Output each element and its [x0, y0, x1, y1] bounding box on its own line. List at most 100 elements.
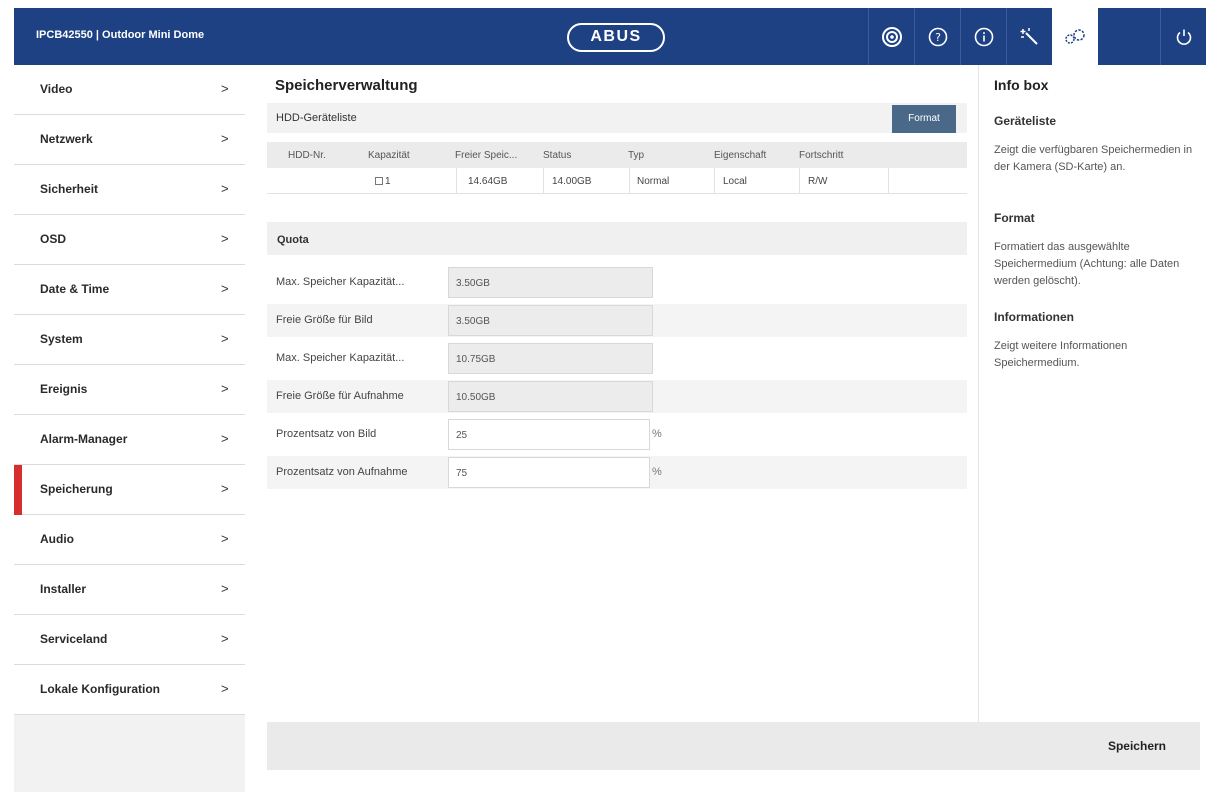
quota-row: Freie Größe für Bild 3.50GB: [267, 304, 967, 337]
hdd-list-header: HDD-Geräteliste: [267, 103, 967, 133]
sidebar-item-label: Alarm-Manager: [40, 432, 128, 446]
chevron-right-icon: >: [221, 531, 229, 546]
field-label: Max. Speicher Kapazität...: [276, 276, 405, 288]
sidebar-item-label: Video: [40, 82, 73, 96]
chevron-right-icon: >: [221, 631, 229, 646]
quota-row: Freie Größe für Aufnahme 10.50GB: [267, 380, 967, 413]
sidebar-item-label: System: [40, 332, 83, 346]
info-heading: Geräteliste: [994, 114, 1057, 128]
sidebar-item-alarm-manager[interactable]: Alarm-Manager >: [14, 415, 245, 465]
field-label: Prozentsatz von Bild: [276, 428, 377, 440]
chevron-right-icon: >: [221, 481, 229, 496]
max-capacity-picture-field: 3.50GB: [448, 267, 653, 298]
chevron-right-icon: >: [221, 181, 229, 196]
info-heading: Format: [994, 211, 1035, 225]
hdd-table-header: HDD-Nr. Kapazität Freier Speic... Status…: [267, 142, 967, 168]
sidebar-item-label: Date & Time: [40, 282, 110, 296]
record-percentage-input[interactable]: 75: [448, 457, 650, 488]
sidebar-item-ereignis[interactable]: Ereignis >: [14, 365, 245, 415]
info-text: Zeigt weitere Informationen Speichermedi…: [994, 340, 1128, 369]
quota-row: Max. Speicher Kapazität... 10.75GB: [267, 342, 967, 375]
sidebar-item-label: Installer: [40, 582, 87, 596]
sidebar-item-sicherheit[interactable]: Sicherheit >: [14, 165, 245, 215]
sidebar-item-installer[interactable]: Installer >: [14, 565, 245, 615]
sidebar-item-label: Serviceland: [40, 632, 108, 646]
free-size-picture-field: 3.50GB: [448, 305, 653, 336]
info-button[interactable]: [960, 8, 1006, 65]
column-header-fortschritt: Fortschritt: [799, 150, 844, 161]
sidebar-item-speicherung[interactable]: Speicherung >: [14, 465, 245, 515]
max-capacity-record-field: 10.75GB: [448, 343, 653, 374]
sidebar-item-video[interactable]: Video >: [14, 65, 245, 115]
chevron-right-icon: >: [221, 581, 229, 596]
chevron-right-icon: >: [221, 681, 229, 696]
quota-row: Max. Speicher Kapazität... 3.50GB: [267, 266, 967, 299]
chevron-right-icon: >: [221, 81, 229, 96]
sidebar-item-label: Speicherung: [40, 482, 113, 496]
wizard-button[interactable]: [1006, 8, 1052, 65]
help-button[interactable]: ?: [914, 8, 960, 65]
free-size-record-field: 10.50GB: [448, 381, 653, 412]
sidebar-item-audio[interactable]: Audio >: [14, 515, 245, 565]
status-cell: Normal: [637, 176, 670, 187]
info-box-title: Info box: [994, 77, 1049, 93]
sidebar-item-system[interactable]: System >: [14, 315, 245, 365]
eigenschaft-cell: R/W: [808, 176, 828, 187]
live-view-icon: [881, 26, 902, 47]
percent-unit: %: [652, 466, 662, 478]
column-header-freier-speicher: Freier Speic...: [455, 150, 518, 161]
page-title: Speicherverwaltung: [275, 77, 418, 94]
info-text: Formatiert das ausgewählte Speichermediu…: [994, 241, 1180, 287]
power-icon: [1176, 29, 1191, 45]
sidebar-item-osd[interactable]: OSD >: [14, 215, 245, 265]
column-header-typ: Typ: [628, 150, 645, 161]
kapazitaet-cell: 14.64GB: [468, 176, 508, 187]
format-button[interactable]: Format: [892, 105, 956, 133]
field-label: Prozentsatz von Aufnahme: [276, 466, 408, 478]
save-button[interactable]: Speichern: [1108, 739, 1166, 753]
picture-percentage-input[interactable]: 25: [448, 419, 650, 450]
percent-unit: %: [652, 428, 662, 440]
freier-speicher-cell: 14.00GB: [552, 176, 592, 187]
row-checkbox[interactable]: [375, 177, 383, 185]
settings-icon: [1065, 28, 1085, 44]
help-icon: ?: [928, 27, 947, 46]
sidebar-item-label: Sicherheit: [40, 182, 99, 196]
sidebar-item-netzwerk[interactable]: Netzwerk >: [14, 115, 245, 165]
info-heading: Informationen: [994, 310, 1074, 324]
column-header-eigenschaft: Eigenschaft: [714, 150, 767, 161]
sidebar-item-label: Ereignis: [40, 382, 88, 396]
hdd-nr-cell: 1: [375, 176, 391, 187]
abus-logo: ABUS: [567, 23, 665, 52]
logout-button[interactable]: [1160, 8, 1206, 65]
field-label: Max. Speicher Kapazität...: [276, 352, 405, 364]
quota-section-header: Quota: [267, 222, 967, 255]
live-view-button[interactable]: [868, 8, 914, 65]
typ-cell: Local: [723, 176, 747, 187]
chevron-right-icon: >: [221, 331, 229, 346]
footer-bar: Speichern: [267, 722, 1200, 770]
chevron-right-icon: >: [221, 281, 229, 296]
wizard-icon: [1020, 27, 1038, 45]
sidebar-nav: Video > Netzwerk > Sicherheit > OSD > Date &…: [14, 65, 245, 792]
quota-row: Prozentsatz von Bild 25 %: [267, 418, 967, 451]
quota-label: Quota: [277, 234, 309, 246]
field-label: Freie Größe für Aufnahme: [276, 390, 404, 402]
column-header-status: Status: [543, 150, 572, 161]
top-header: IPCB42550 | Outdoor Mini Dome ABUS ?: [14, 8, 1206, 65]
chevron-right-icon: >: [221, 131, 229, 146]
column-header-hdd-nr: HDD-Nr.: [288, 150, 326, 161]
sidebar-item-label: Audio: [40, 532, 74, 546]
sidebar-item-label: OSD: [40, 232, 67, 246]
info-box: Info box Geräteliste Zeigt die verfügbar…: [978, 65, 1206, 722]
svg-text:?: ?: [935, 31, 941, 44]
sidebar-item-serviceland[interactable]: Serviceland >: [14, 615, 245, 665]
device-title: IPCB42550 | Outdoor Mini Dome: [36, 29, 205, 41]
sidebar-item-lokale-konfiguration[interactable]: Lokale Konfiguration >: [14, 665, 245, 715]
sidebar-item-date-time[interactable]: Date & Time >: [14, 265, 245, 315]
settings-button[interactable]: [1052, 8, 1098, 65]
info-icon: [974, 27, 993, 46]
table-row[interactable]: 1 14.64GB 14.00GB Normal Local R/W: [267, 168, 967, 194]
quota-row: Prozentsatz von Aufnahme 75 %: [267, 456, 967, 489]
column-header-kapazitaet: Kapazität: [368, 150, 410, 161]
